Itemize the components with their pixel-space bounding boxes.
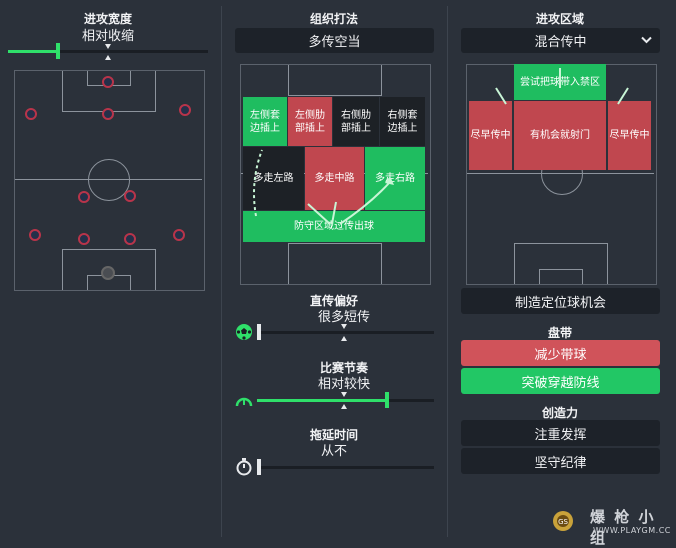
slider-center-marker-bottom <box>105 55 111 60</box>
player-marker[interactable] <box>78 191 90 203</box>
slider-fill <box>8 50 58 53</box>
player-marker[interactable] <box>78 233 90 245</box>
bottom-goal-box <box>539 269 583 284</box>
watermark-logo: GS <box>553 511 573 531</box>
slider-center-marker-top <box>341 392 347 397</box>
slider-center-marker-bottom <box>341 404 347 409</box>
be-expressive-button[interactable]: 注重发挥 <box>461 420 660 446</box>
stopwatch-icon <box>236 458 252 476</box>
slider-track <box>257 331 434 334</box>
player-marker[interactable] <box>29 229 41 241</box>
column-divider-right <box>447 6 448 537</box>
slider-track <box>257 466 434 469</box>
dribbling-title: 盘带 <box>547 326 572 340</box>
build-up-title: 组织打法 <box>309 12 358 26</box>
player-marker[interactable] <box>25 108 37 120</box>
slider-handle[interactable] <box>56 43 60 59</box>
attack-width-value: 相对收缩 <box>81 29 134 44</box>
slider-handle[interactable] <box>257 324 261 340</box>
slider-fill <box>257 399 387 402</box>
tempo-value: 相对较快 <box>317 377 370 392</box>
attacking-area-value: 混合传中 <box>534 35 587 50</box>
build-up-dropdown[interactable]: 多传空当 <box>235 28 434 53</box>
slider-center-marker-bottom <box>341 336 347 341</box>
goalkeeper-marker[interactable] <box>101 266 115 280</box>
player-marker[interactable] <box>124 233 136 245</box>
player-marker[interactable] <box>102 108 114 120</box>
speedometer-icon <box>235 397 253 407</box>
set-piece-button[interactable]: 制造定位球机会 <box>461 288 660 314</box>
slider-handle[interactable] <box>385 392 389 408</box>
column-divider-left <box>221 6 222 537</box>
svg-text:GS: GS <box>558 518 568 526</box>
player-marker[interactable] <box>124 190 136 202</box>
creativity-title: 创造力 <box>541 406 578 420</box>
dribble-less-button[interactable]: 减少带球 <box>461 340 660 366</box>
player-marker[interactable] <box>173 229 185 241</box>
player-marker[interactable] <box>102 76 114 88</box>
chevron-down-icon <box>641 36 652 44</box>
player-marker[interactable] <box>179 104 191 116</box>
run-at-defence-button[interactable]: 突破穿越防线 <box>461 368 660 394</box>
attacking-area-title: 进攻区域 <box>535 12 584 26</box>
build-up-arrows <box>253 149 394 225</box>
attacking-area-arrows <box>495 68 629 105</box>
soccer-ball-icon <box>236 324 252 340</box>
formation-pitch <box>14 70 205 291</box>
be-disciplined-button[interactable]: 坚守纪律 <box>461 448 660 474</box>
watermark-en: WWW.PLAYGM.CC <box>593 526 671 535</box>
slider-center-marker-top <box>341 324 347 329</box>
slider-center-marker-top <box>105 44 111 49</box>
slider-handle[interactable] <box>257 459 261 475</box>
time-wasting-value: 从不 <box>320 444 347 459</box>
attacking-area-dropdown[interactable]: 混合传中 <box>461 28 660 53</box>
passing-value: 很多短传 <box>317 310 370 325</box>
